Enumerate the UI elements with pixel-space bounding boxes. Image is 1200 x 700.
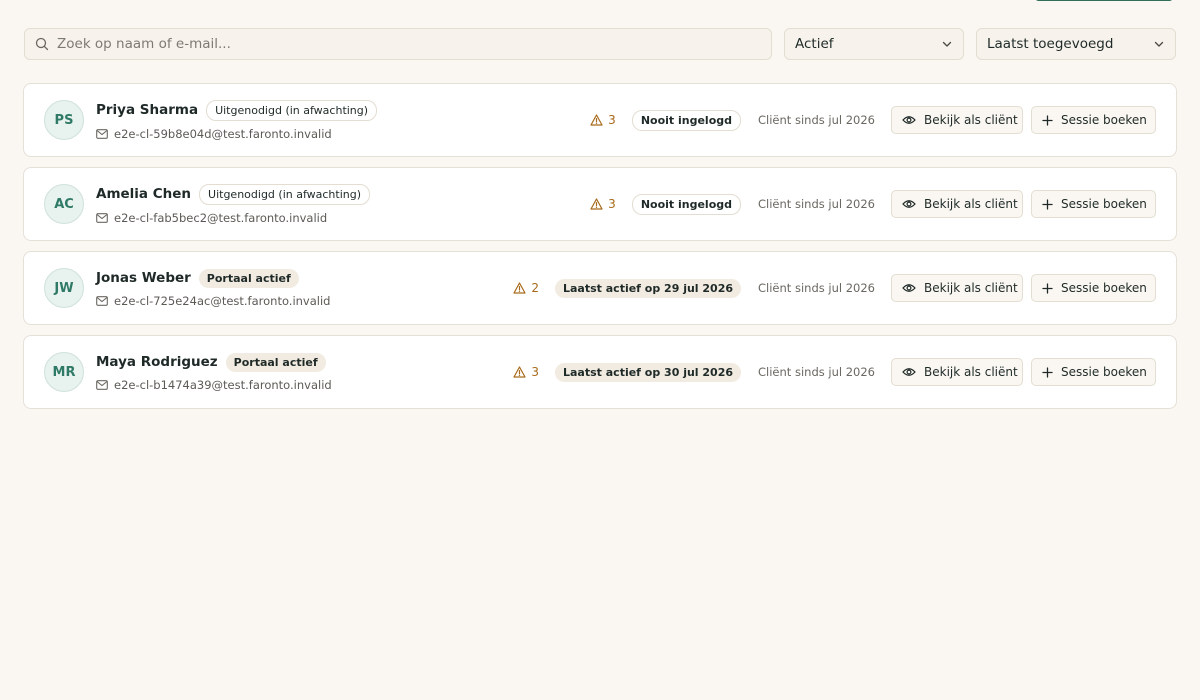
book-session-button[interactable]: Sessie boeken [1031,274,1156,302]
view-as-client-label: Bekijk als cliënt [924,365,1018,379]
portal-status-badge: Uitgenodigd (in afwachting) [206,99,378,121]
client-card[interactable]: PS Priya Sharma Uitgenodigd (in afwachti… [23,83,1177,157]
client-meta: 3 Nooit ingelogd Cliënt sinds jul 2026 B… [590,190,1156,218]
view-as-client-label: Bekijk als cliënt [924,197,1018,211]
client-card[interactable]: AC Amelia Chen Uitgenodigd (in afwachtin… [23,167,1177,241]
client-since: Cliënt sinds jul 2026 [758,281,875,295]
activity-badge: Laatst actief op 30 jul 2026 [555,362,742,382]
eye-icon [902,367,916,377]
client-info: Maya Rodriguez Portaal actief e2e-cl-b14… [96,352,513,392]
warning-count-value: 3 [608,197,616,211]
client-name[interactable]: Amelia Chen [96,186,191,202]
search-icon [35,37,49,51]
warning-triangle-icon [590,198,603,210]
portal-status-badge: Portaal actief [198,268,299,288]
status-filter-select[interactable]: Actief [784,28,964,60]
client-list: PS Priya Sharma Uitgenodigd (in afwachti… [23,83,1177,419]
eye-icon [902,199,916,209]
warning-triangle-icon [513,282,526,294]
view-as-client-button[interactable]: Bekijk als cliënt [891,274,1023,302]
eye-icon [902,115,916,125]
avatar: PS [44,100,84,140]
client-meta: 2 Laatst actief op 29 jul 2026 Cliënt si… [513,274,1156,302]
view-as-client-button[interactable]: Bekijk als cliënt [891,358,1023,386]
mail-icon [96,128,108,139]
client-email: e2e-cl-b1474a39@test.faronto.invalid [114,377,332,392]
client-since: Cliënt sinds jul 2026 [758,113,875,127]
client-since: Cliënt sinds jul 2026 [758,365,875,379]
book-session-label: Sessie boeken [1061,281,1147,295]
book-session-label: Sessie boeken [1061,365,1147,379]
view-as-client-button[interactable]: Bekijk als cliënt [891,190,1023,218]
portal-status-badge: Uitgenodigd (in afwachting) [199,183,371,205]
client-email-row: e2e-cl-725e24ac@test.faronto.invalid [96,294,513,308]
client-meta: 3 Laatst actief op 30 jul 2026 Cliënt si… [513,358,1156,386]
client-since: Cliënt sinds jul 2026 [758,197,875,211]
warning-triangle-icon [513,366,526,378]
plus-icon [1042,366,1053,378]
mail-icon [96,379,108,390]
warning-count[interactable]: 3 [513,365,539,379]
plus-icon [1042,282,1053,294]
warning-count[interactable]: 3 [590,113,616,127]
client-info: Priya Sharma Uitgenodigd (in afwachting)… [96,99,590,141]
chevron-down-icon [941,38,953,50]
book-session-label: Sessie boeken [1061,197,1147,211]
search-input[interactable] [57,36,761,52]
warning-count-value: 2 [531,281,539,295]
chevron-down-icon [1153,38,1165,50]
view-as-client-label: Bekijk als cliënt [924,113,1018,127]
client-name-row: Priya Sharma Uitgenodigd (in afwachting) [96,99,590,121]
activity-badge: Laatst actief op 29 jul 2026 [555,278,742,298]
book-session-button[interactable]: Sessie boeken [1031,358,1156,386]
warning-triangle-icon [590,114,603,126]
mail-icon [96,295,108,306]
status-filter-value: Actief [795,36,834,52]
client-meta: 3 Nooit ingelogd Cliënt sinds jul 2026 B… [590,106,1156,134]
portal-status-badge: Portaal actief [225,352,326,372]
client-email-row: e2e-cl-fab5bec2@test.faronto.invalid [96,211,590,225]
eye-icon [902,283,916,293]
warning-count-value: 3 [531,365,539,379]
book-session-button[interactable]: Sessie boeken [1031,106,1156,134]
avatar: JW [44,268,84,308]
sort-select[interactable]: Laatst toegevoegd [976,28,1176,60]
view-as-client-label: Bekijk als cliënt [924,281,1018,295]
client-name-row: Amelia Chen Uitgenodigd (in afwachting) [96,183,590,205]
warning-count[interactable]: 2 [513,281,539,295]
client-name-row: Maya Rodriguez Portaal actief [96,352,513,372]
plus-icon [1042,114,1053,126]
book-session-button[interactable]: Sessie boeken [1031,190,1156,218]
client-email-row: e2e-cl-59b8e04d@test.faronto.invalid [96,127,590,141]
client-email-row: e2e-cl-b1474a39@test.faronto.invalid [96,378,513,392]
book-session-label: Sessie boeken [1061,113,1147,127]
activity-badge: Nooit ingelogd [631,109,742,131]
client-name[interactable]: Priya Sharma [96,102,198,118]
primary-action-button-edge[interactable] [1035,0,1173,1]
client-email: e2e-cl-59b8e04d@test.faronto.invalid [114,126,332,141]
client-card[interactable]: JW Jonas Weber Portaal actief e2e-cl-725… [23,251,1177,325]
client-email: e2e-cl-fab5bec2@test.faronto.invalid [114,210,328,225]
client-name[interactable]: Maya Rodriguez [96,354,218,370]
client-card[interactable]: MR Maya Rodriguez Portaal actief e2e-cl-… [23,335,1177,409]
warning-count[interactable]: 3 [590,197,616,211]
mail-icon [96,212,108,223]
sort-value: Laatst toegevoegd [987,36,1114,52]
view-as-client-button[interactable]: Bekijk als cliënt [891,106,1023,134]
activity-badge: Nooit ingelogd [631,193,742,215]
avatar: MR [44,352,84,392]
avatar: AC [44,184,84,224]
client-info: Amelia Chen Uitgenodigd (in afwachting) … [96,183,590,225]
filter-bar: Actief Laatst toegevoegd [24,28,1176,60]
client-name-row: Jonas Weber Portaal actief [96,268,513,288]
client-email: e2e-cl-725e24ac@test.faronto.invalid [114,293,331,308]
search-box[interactable] [24,28,772,60]
client-info: Jonas Weber Portaal actief e2e-cl-725e24… [96,268,513,308]
warning-count-value: 3 [608,113,616,127]
plus-icon [1042,198,1053,210]
client-name[interactable]: Jonas Weber [96,270,191,286]
